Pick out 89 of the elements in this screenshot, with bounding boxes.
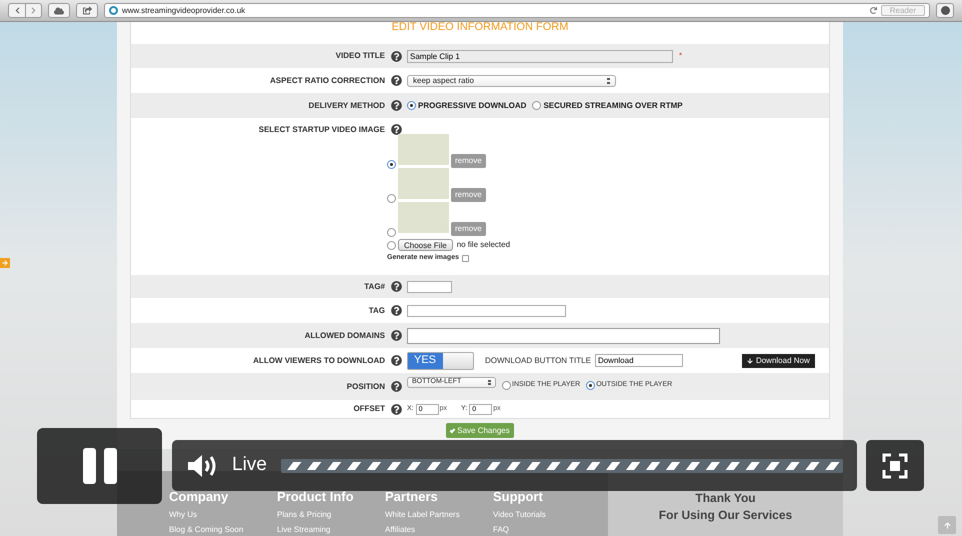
select-arrows-icon [607, 78, 610, 84]
file-status: no file selected [456, 239, 510, 251]
fullscreen-icon [882, 452, 908, 478]
remove-button[interactable]: remove [451, 188, 486, 202]
footer-link[interactable]: Why Us [169, 509, 277, 521]
remove-button[interactable]: remove [451, 154, 486, 168]
speaker-icon[interactable] [186, 454, 218, 478]
help-icon[interactable] [391, 281, 402, 292]
chevron-right-icon [30, 7, 37, 14]
chevron-left-icon [14, 7, 20, 14]
footer-link[interactable]: Plans & Pricing [277, 509, 385, 521]
field-label: TAG [368, 304, 385, 316]
field-label: TAG# [364, 280, 385, 292]
aspect-ratio-select[interactable]: keep aspect ratio [407, 74, 616, 86]
cloud-button[interactable] [48, 3, 70, 18]
help-icon[interactable] [391, 404, 402, 414]
field-label: DELIVERY METHOD [308, 100, 385, 112]
help-icon[interactable] [391, 100, 402, 111]
button-title-field[interactable]: Download [594, 354, 683, 367]
share-button[interactable] [76, 3, 98, 18]
field-label: ASPECT RATIO CORRECTION [270, 74, 385, 86]
share-icon [82, 6, 92, 15]
video-title-field[interactable]: Sample Clip 1 [407, 50, 673, 62]
help-icon[interactable] [391, 50, 402, 62]
remove-button[interactable]: remove [451, 222, 486, 236]
photo-placeholder [398, 134, 449, 165]
url-text: www.streamingvideoprovider.co.uk [122, 4, 246, 16]
thanks-text: Thank You [695, 490, 756, 506]
footer-link[interactable]: White Label Partners [385, 509, 493, 521]
footer-link[interactable]: FAQ [493, 524, 601, 536]
fullscreen-button[interactable] [866, 440, 924, 491]
button-title-label: DOWNLOAD BUTTON TITLE [485, 354, 591, 366]
download-now-button[interactable]: Download Now [742, 354, 815, 368]
checkbox[interactable] [462, 254, 469, 262]
photo-placeholder [398, 202, 449, 233]
cloud-icon [54, 6, 64, 16]
tag-field[interactable] [407, 304, 566, 316]
tag-number-field[interactable] [407, 280, 452, 292]
footer-heading: Partners [385, 488, 439, 506]
check-icon [450, 428, 456, 434]
reader-button[interactable]: Reader [880, 5, 925, 16]
photo-placeholder [398, 168, 449, 199]
help-icon[interactable] [391, 381, 402, 392]
pause-icon [80, 447, 118, 485]
site-icon [109, 6, 118, 15]
footer-heading: Product Info [277, 488, 355, 506]
help-icon[interactable] [391, 124, 402, 135]
help-icon[interactable] [391, 355, 402, 366]
arrow-right-icon [2, 260, 8, 266]
radio-button[interactable] [387, 194, 396, 203]
help-icon[interactable] [391, 330, 402, 341]
field-label: ALLOWED DOMAINS [304, 330, 385, 342]
help-icon[interactable] [391, 75, 402, 86]
field-label: VIDEO TITLE [336, 50, 385, 62]
required-mark: * [679, 50, 682, 62]
footer-heading: Support [493, 488, 544, 506]
footer-link[interactable]: Video Tutorials [493, 509, 601, 521]
footer-heading: Company [169, 488, 230, 506]
download-toggle[interactable]: YES [407, 352, 474, 370]
arrow-down-icon [746, 358, 753, 364]
radio-button[interactable] [532, 101, 542, 110]
radio-button[interactable] [407, 101, 416, 110]
help-icon[interactable] [391, 305, 402, 316]
footer-link[interactable]: Blog & Coming Soon [169, 524, 277, 536]
address-bar[interactable]: www.streamingvideoprovider.co.uk Reader [104, 3, 930, 18]
field-label: SELECT STARTUP VIDEO IMAGE [258, 124, 385, 136]
footer-link[interactable]: Affiliates [385, 524, 493, 536]
thanks-text: For Using Our Services [658, 506, 792, 524]
radio-button[interactable] [586, 381, 596, 390]
radio-label: PROGRESSIVE DOWNLOAD [418, 100, 526, 112]
live-label: Live [232, 453, 267, 478]
footer-link[interactable]: Live Streaming [277, 524, 385, 536]
radio-button[interactable] [387, 160, 396, 169]
reload-icon[interactable] [870, 7, 877, 14]
form-title: EDIT VIDEO INFORMATION FORM [392, 20, 568, 34]
allowed-domains-field[interactable] [407, 328, 720, 344]
field-label: ALLOW VIEWERS TO DOWNLOAD [253, 354, 385, 366]
downloads-button[interactable] [936, 3, 954, 18]
save-changes-button[interactable]: Save Changes [446, 423, 514, 438]
field-label: OFFSET [353, 403, 385, 415]
radio-label: SECURED STREAMING OVER RTMP [543, 100, 683, 112]
select-arrows-icon [488, 380, 491, 385]
radio-button[interactable] [387, 228, 396, 237]
arrow-up-icon [944, 522, 950, 528]
play-pause-button[interactable] [37, 428, 162, 504]
choose-file-button[interactable]: Choose File [398, 239, 453, 251]
radio-button[interactable] [387, 240, 396, 250]
field-label: POSITION [346, 380, 385, 392]
radio-button[interactable] [502, 381, 511, 390]
